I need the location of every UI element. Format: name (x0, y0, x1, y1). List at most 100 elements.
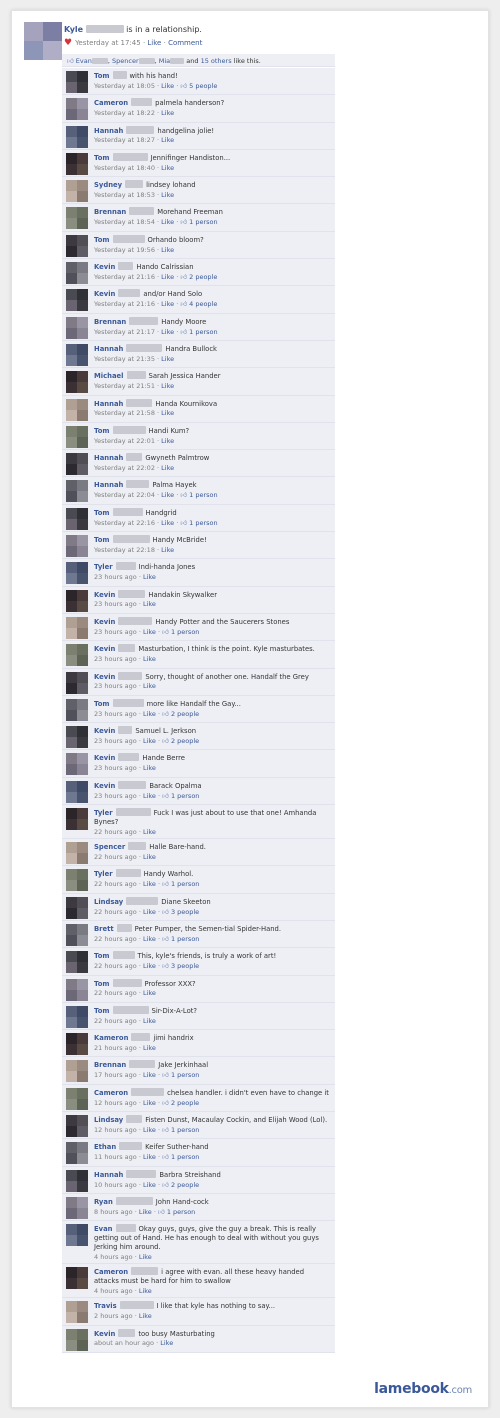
commenter-name[interactable]: Brett (94, 925, 114, 933)
commenter-name[interactable]: Tom (94, 427, 110, 435)
commenter-avatar[interactable] (66, 125, 88, 148)
commenter-name[interactable]: Travis (94, 1302, 117, 1310)
comment-like-link[interactable]: Like (143, 1044, 156, 1052)
commenter-avatar[interactable] (66, 1087, 88, 1110)
comment-like-link[interactable]: Like (143, 764, 156, 772)
commenter-avatar[interactable] (66, 616, 88, 639)
comment-like-link[interactable]: Like (161, 218, 174, 226)
comment-like-count[interactable]: 1 person (167, 1208, 195, 1216)
comment-like-link[interactable]: Like (143, 962, 156, 970)
comment-like-count[interactable]: 3 people (171, 962, 199, 970)
comment-like-count[interactable]: 2 people (189, 273, 217, 281)
commenter-avatar[interactable] (66, 1033, 88, 1056)
commenter-name[interactable]: Kevin (94, 673, 115, 681)
commenter-name[interactable]: Hannah (94, 1171, 123, 1179)
comment-like-count[interactable]: 1 person (189, 491, 217, 499)
commenter-name[interactable]: Hannah (94, 127, 123, 135)
commenter-avatar[interactable] (66, 951, 88, 974)
comment-like-link[interactable]: Like (143, 1017, 156, 1025)
commenter-avatar[interactable] (66, 698, 88, 721)
comment-like-count[interactable]: 1 person (171, 880, 199, 888)
liker-name[interactable]: Mia (159, 57, 170, 65)
commenter-avatar[interactable] (66, 671, 88, 694)
commenter-name[interactable]: Tom (94, 700, 110, 708)
comment-like-count[interactable]: 1 person (171, 935, 199, 943)
comment-like-link[interactable]: Like (139, 1253, 152, 1261)
commenter-name[interactable]: Tyler (94, 809, 113, 817)
comment-like-link[interactable]: Like (143, 792, 156, 800)
commenter-avatar[interactable] (66, 589, 88, 612)
comment-like-count[interactable]: 2 people (171, 737, 199, 745)
comment-like-link[interactable]: Like (143, 828, 156, 836)
commenter-name[interactable]: Tom (94, 236, 110, 244)
liker-name[interactable]: Evan (76, 57, 92, 65)
comment-like-link[interactable]: Like (139, 1312, 152, 1320)
comment-like-link[interactable]: Like (143, 880, 156, 888)
post-author-avatar[interactable] (24, 22, 62, 60)
commenter-name[interactable]: Ryan (94, 1198, 113, 1206)
commenter-avatar[interactable] (66, 644, 88, 667)
commenter-name[interactable]: Brennan (94, 318, 126, 326)
commenter-avatar[interactable] (66, 1060, 88, 1083)
comment-like-link[interactable]: Like (143, 1181, 156, 1189)
comment-like-link[interactable]: Like (143, 710, 156, 718)
commenter-name[interactable]: Lindsay (94, 898, 123, 906)
comment-like-link[interactable]: Like (143, 1099, 156, 1107)
commenter-avatar[interactable] (66, 1267, 88, 1290)
commenter-avatar[interactable] (66, 535, 88, 558)
commenter-name[interactable]: Kevin (94, 645, 115, 653)
comment-like-link[interactable]: Like (143, 655, 156, 663)
commenter-avatar[interactable] (66, 1142, 88, 1165)
commenter-name[interactable]: Tom (94, 72, 110, 80)
liker-name[interactable]: Spencer (112, 57, 139, 65)
commenter-avatar[interactable] (66, 180, 88, 203)
commenter-avatar[interactable] (66, 371, 88, 394)
commenter-name[interactable]: Evan (94, 1225, 113, 1233)
comment-like-count[interactable]: 1 person (171, 1153, 199, 1161)
commenter-name[interactable]: Tom (94, 536, 110, 544)
commenter-name[interactable]: Sydney (94, 181, 122, 189)
comment-like-link[interactable]: Like (143, 682, 156, 690)
commenter-avatar[interactable] (66, 480, 88, 503)
comment-like-count[interactable]: 2 people (171, 710, 199, 718)
comment-like-count[interactable]: 1 person (171, 1071, 199, 1079)
commenter-avatar[interactable] (66, 1196, 88, 1219)
commenter-name[interactable]: Kevin (94, 263, 115, 271)
commenter-name[interactable]: Brennan (94, 208, 126, 216)
comment-like-link[interactable]: Like (139, 1287, 152, 1295)
post-author-name[interactable]: Kyle (64, 25, 83, 34)
commenter-avatar[interactable] (66, 842, 88, 865)
comment-like-count[interactable]: 4 people (189, 300, 217, 308)
commenter-name[interactable]: Kevin (94, 1330, 115, 1338)
comment-like-link[interactable]: Like (161, 355, 174, 363)
commenter-avatar[interactable] (66, 316, 88, 339)
commenter-avatar[interactable] (66, 71, 88, 93)
commenter-name[interactable]: Kevin (94, 782, 115, 790)
commenter-avatar[interactable] (66, 453, 88, 476)
commenter-avatar[interactable] (66, 924, 88, 946)
commenter-avatar[interactable] (66, 1301, 88, 1324)
commenter-name[interactable]: Tyler (94, 870, 113, 878)
comment-like-count[interactable]: 1 person (189, 519, 217, 527)
comment-like-count[interactable]: 3 people (171, 908, 199, 916)
commenter-name[interactable]: Cameron (94, 99, 128, 107)
commenter-avatar[interactable] (66, 896, 88, 919)
comment-like-link[interactable]: Like (143, 600, 156, 608)
comment-like-link[interactable]: Like (143, 573, 156, 581)
comment-like-link[interactable]: Like (161, 191, 174, 199)
commenter-name[interactable]: Brennan (94, 1061, 126, 1069)
commenter-name[interactable]: Michael (94, 372, 124, 380)
comment-like-link[interactable]: Like (143, 1071, 156, 1079)
commenter-name[interactable]: Cameron (94, 1089, 128, 1097)
likes-others-link[interactable]: 15 others (201, 57, 232, 65)
commenter-name[interactable]: Tom (94, 980, 110, 988)
commenter-avatar[interactable] (66, 808, 88, 831)
comment-like-link[interactable]: Like (161, 546, 174, 554)
comment-like-link[interactable]: Like (161, 109, 174, 117)
commenter-avatar[interactable] (66, 152, 88, 175)
commenter-avatar[interactable] (66, 562, 88, 585)
comment-like-link[interactable]: Like (161, 300, 174, 308)
comment-like-link[interactable]: Like (139, 1208, 152, 1216)
commenter-name[interactable]: Cameron (94, 1268, 128, 1276)
commenter-name[interactable]: Tom (94, 1007, 110, 1015)
